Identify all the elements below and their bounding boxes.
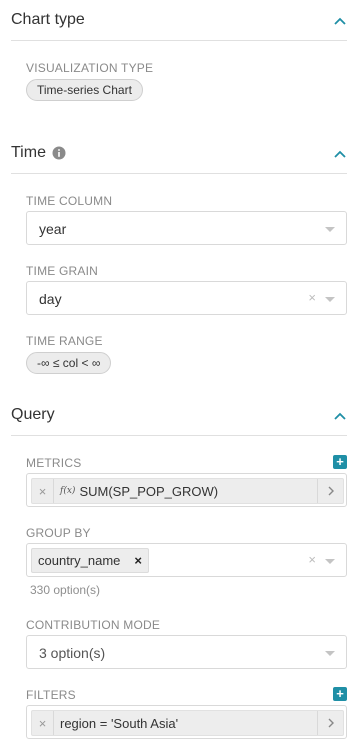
filters-field[interactable]: × region = 'South Asia' — [26, 705, 347, 739]
metric-token[interactable]: × f(x) SUM(SP_POP_GROW) — [31, 478, 344, 504]
time-range-label: TIME RANGE — [26, 334, 103, 348]
chevron-up-icon[interactable] — [333, 410, 347, 424]
chevron-up-icon[interactable] — [333, 148, 347, 162]
caret-down-icon[interactable] — [325, 227, 335, 232]
metric-token-label: SUM(SP_POP_GROW) — [79, 483, 219, 499]
group-by-options-hint: 330 option(s) — [30, 583, 101, 597]
chevron-up-icon[interactable] — [333, 15, 347, 29]
group-by-select[interactable]: country_name × × — [26, 543, 347, 577]
section-title-query: Query — [11, 406, 55, 423]
contribution-mode-label: CONTRIBUTION MODE — [26, 618, 161, 632]
time-range-pill[interactable]: -∞ ≤ col < ∞ — [26, 352, 112, 374]
filter-token-label: region = 'South Asia' — [60, 715, 179, 731]
chevron-right-icon[interactable] — [317, 711, 343, 735]
caret-down-icon[interactable] — [325, 297, 335, 302]
time-column-value: year — [39, 221, 67, 237]
metrics-field[interactable]: × f(x) SUM(SP_POP_GROW) — [26, 473, 347, 507]
visualization-type-label: VISUALIZATION TYPE — [26, 61, 154, 75]
chevron-right-icon[interactable] — [317, 479, 343, 503]
function-icon: f(x) — [60, 486, 76, 496]
group-by-token-label: country_name — [38, 553, 121, 568]
group-by-label: GROUP BY — [26, 526, 91, 540]
close-icon[interactable]: × — [308, 552, 316, 568]
time-column-select[interactable]: year — [26, 211, 347, 245]
section-title-chart-type: Chart type — [11, 11, 85, 28]
section-chart-type-header[interactable]: Chart type — [11, 1, 347, 41]
filter-token[interactable]: × region = 'South Asia' — [31, 710, 344, 736]
time-grain-select[interactable]: day × — [26, 281, 347, 315]
time-column-label: TIME COLUMN — [26, 194, 113, 208]
plus-icon[interactable]: + — [333, 455, 347, 469]
section-query-header[interactable]: Query — [11, 396, 347, 436]
section-time-header[interactable]: Time — [11, 134, 347, 174]
info-icon[interactable] — [52, 146, 66, 160]
group-by-token[interactable]: country_name × — [31, 548, 149, 573]
time-grain-value: day — [39, 291, 62, 307]
caret-down-icon[interactable] — [325, 651, 335, 656]
close-icon[interactable]: × — [308, 290, 316, 306]
caret-down-icon[interactable] — [325, 559, 335, 564]
time-grain-label: TIME GRAIN — [26, 264, 99, 278]
plus-icon[interactable]: + — [333, 687, 347, 701]
close-icon[interactable]: × — [134, 553, 142, 568]
contribution-mode-select[interactable]: 3 option(s) — [26, 635, 347, 669]
section-title-time-text: Time — [11, 144, 46, 161]
section-title-time: Time — [11, 144, 66, 162]
contribution-mode-value: 3 option(s) — [39, 645, 106, 661]
filters-label: FILTERS — [26, 688, 76, 702]
close-icon[interactable]: × — [32, 479, 54, 503]
close-icon[interactable]: × — [32, 711, 54, 735]
metrics-label: METRICS — [26, 456, 82, 470]
visualization-type-pill[interactable]: Time-series Chart — [26, 79, 143, 101]
